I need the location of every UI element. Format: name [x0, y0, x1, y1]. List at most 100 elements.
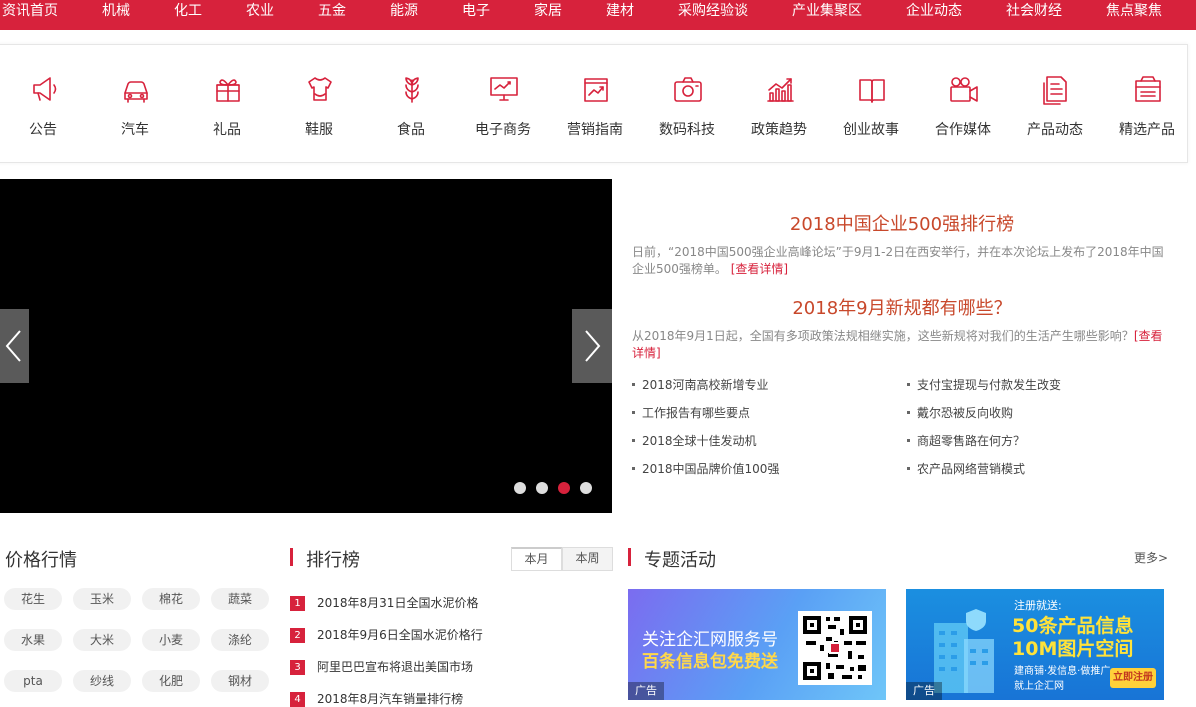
nav-item-4[interactable]: 五金: [318, 0, 346, 20]
slider-dot-1[interactable]: [514, 482, 526, 494]
ad-banner-service[interactable]: 关注企汇网服务号 百条信息包免费送 广告: [628, 589, 886, 700]
category-gift[interactable]: 礼品: [181, 45, 273, 164]
ranking-item[interactable]: 2 2018年9月6日全国水泥价格行: [290, 626, 483, 643]
top-nav: 资讯首页 机械 化工 农业 五金 能源 电子 家居 建材 采购经验谈 产业集聚区 企业动态 社会财经 焦点…: [0, 0, 1196, 30]
tab-week[interactable]: 本周: [562, 547, 613, 571]
category-wheat[interactable]: 食品: [365, 45, 457, 164]
price-pill[interactable]: 化肥: [142, 670, 200, 692]
nav-item-6[interactable]: 电子: [462, 0, 490, 20]
category-label: 合作媒体: [935, 122, 991, 138]
category-label: 食品: [397, 122, 425, 138]
nav-item-13[interactable]: 焦点聚焦: [1106, 0, 1162, 20]
tab-month[interactable]: 本月: [511, 547, 562, 571]
wheat-icon: [405, 77, 419, 103]
nav-item-0[interactable]: 资讯首页: [2, 0, 58, 20]
price-pill[interactable]: 水果: [4, 629, 62, 651]
category-video-camera[interactable]: 合作媒体: [917, 45, 1009, 164]
rank-text: 2018年8月汽车销量排行榜: [317, 692, 464, 706]
headline-2[interactable]: 2018年9月新规都有哪些？: [632, 294, 1172, 320]
category-label: 数码科技: [659, 122, 715, 138]
ad-banner-register[interactable]: 注册就送: 50条产品信息 10M图片空间 建商铺·发信息·做推广 就上企汇网 …: [906, 589, 1164, 700]
news-link[interactable]: 农产品网络营销模式: [906, 460, 1025, 477]
category-label: 公告: [29, 122, 57, 138]
category-label: 汽车: [121, 122, 149, 138]
category-camera[interactable]: 数码科技: [641, 45, 733, 164]
category-monitor[interactable]: 电子商务: [457, 45, 549, 164]
category-car[interactable]: 汽车: [89, 45, 181, 164]
nav-item-7[interactable]: 家居: [534, 0, 562, 20]
nav-item-9[interactable]: 采购经验谈: [678, 0, 748, 20]
qr-code-icon: [798, 611, 872, 685]
gift-icon: [216, 79, 240, 102]
category-document[interactable]: 产品动态: [1009, 45, 1101, 164]
news-link[interactable]: 2018河南高校新增专业: [632, 376, 769, 393]
nav-item-11[interactable]: 企业动态: [906, 0, 962, 20]
slider-dot-3[interactable]: [558, 482, 570, 494]
news-link[interactable]: 工作报告有哪些要点: [631, 404, 750, 421]
nav-item-5[interactable]: 能源: [390, 0, 418, 20]
price-pill[interactable]: 纱线: [73, 670, 131, 692]
news-link[interactable]: 商超零售路在何方？: [906, 432, 1025, 449]
slider-dot-4[interactable]: [580, 482, 592, 494]
category-label: 礼品: [213, 122, 241, 138]
special-title-mark: [628, 548, 631, 566]
headline-1[interactable]: 2018中国企业500强排行榜: [632, 210, 1172, 236]
building-icon: [934, 609, 994, 693]
car-icon: [124, 81, 148, 103]
category-label: 鞋服: [305, 122, 333, 138]
ad2-small2: 就上企汇网: [1014, 681, 1064, 692]
ad2-register-button[interactable]: 立即注册: [1110, 668, 1156, 688]
nav-item-3[interactable]: 农业: [246, 0, 274, 20]
news-link[interactable]: 2018中国品牌价值100强: [631, 460, 779, 477]
image-slider[interactable]: [0, 179, 612, 513]
price-pill[interactable]: 涤纶: [211, 629, 269, 651]
price-pill[interactable]: 棉花: [142, 588, 200, 610]
price-pill[interactable]: pta: [4, 670, 62, 692]
ranking-item[interactable]: 1 2018年8月31日全国水泥价格: [290, 594, 478, 611]
ad2-small: 建商铺·发信息·做推广: [1014, 666, 1111, 677]
summary-2: 从2018年9月1日起，全国有多项政策法规相继实施，这些新规将对我们的生活产生哪…: [632, 329, 1163, 360]
more-link[interactable]: 更多>: [1134, 549, 1168, 566]
rank-number: 2: [290, 628, 305, 643]
category-shirt[interactable]: 鞋服: [273, 45, 365, 164]
price-pill[interactable]: 蔬菜: [211, 588, 269, 610]
chart-board-icon: [584, 78, 608, 102]
slider-next-button[interactable]: [572, 309, 612, 383]
price-pill[interactable]: 大米: [73, 629, 131, 651]
category-book[interactable]: 创业故事: [825, 45, 917, 164]
rank-number: 1: [290, 596, 305, 611]
ad2-big2: 10M图片空间: [1012, 638, 1134, 660]
price-pill[interactable]: 钢材: [211, 670, 269, 692]
slider-dot-2[interactable]: [536, 482, 548, 494]
category-megaphone[interactable]: 公告: [0, 45, 89, 164]
nav-item-2[interactable]: 化工: [174, 0, 202, 20]
price-pill[interactable]: 花生: [4, 588, 62, 610]
chevron-left-icon: [5, 330, 21, 362]
category-box[interactable]: 精选产品: [1101, 45, 1193, 164]
price-pill[interactable]: 玉米: [73, 588, 131, 610]
category-label: 政策趋势: [751, 122, 807, 138]
nav-item-1[interactable]: 机械: [102, 0, 130, 20]
box-icon: [1135, 76, 1161, 102]
rank-text: 阿里巴巴宣布将退出美国市场: [317, 660, 474, 674]
ranking-tabs: 本月 本周: [511, 547, 613, 571]
shirt-icon: [308, 77, 332, 101]
category-trend[interactable]: 政策趋势: [733, 45, 825, 164]
news-link[interactable]: 2018全球十佳发动机: [632, 432, 757, 449]
ranking-item[interactable]: 4 2018年8月汽车销量排行榜: [290, 690, 463, 707]
nav-item-12[interactable]: 社会财经: [1006, 0, 1062, 20]
rank-text: 2018年8月31日全国水泥价格: [317, 596, 479, 610]
ad1-line2: 百条信息包免费送: [642, 652, 778, 672]
ad2-tag: 广告: [906, 682, 942, 700]
price-pill[interactable]: 小麦: [142, 629, 200, 651]
category-label: 精选产品: [1119, 122, 1175, 138]
book-icon: [859, 79, 885, 103]
category-chart-board[interactable]: 营销指南: [549, 45, 641, 164]
nav-item-10[interactable]: 产业集聚区: [792, 0, 862, 20]
ranking-item[interactable]: 3 阿里巴巴宣布将退出美国市场: [290, 658, 473, 675]
news-link[interactable]: 支付宝提现与付款发生改变: [906, 376, 1061, 393]
detail-link-1[interactable]: [查看详情]: [731, 262, 788, 276]
news-link[interactable]: 戴尔恐被反向收购: [906, 404, 1013, 421]
slider-prev-button[interactable]: [0, 309, 29, 383]
nav-item-8[interactable]: 建材: [606, 0, 634, 20]
